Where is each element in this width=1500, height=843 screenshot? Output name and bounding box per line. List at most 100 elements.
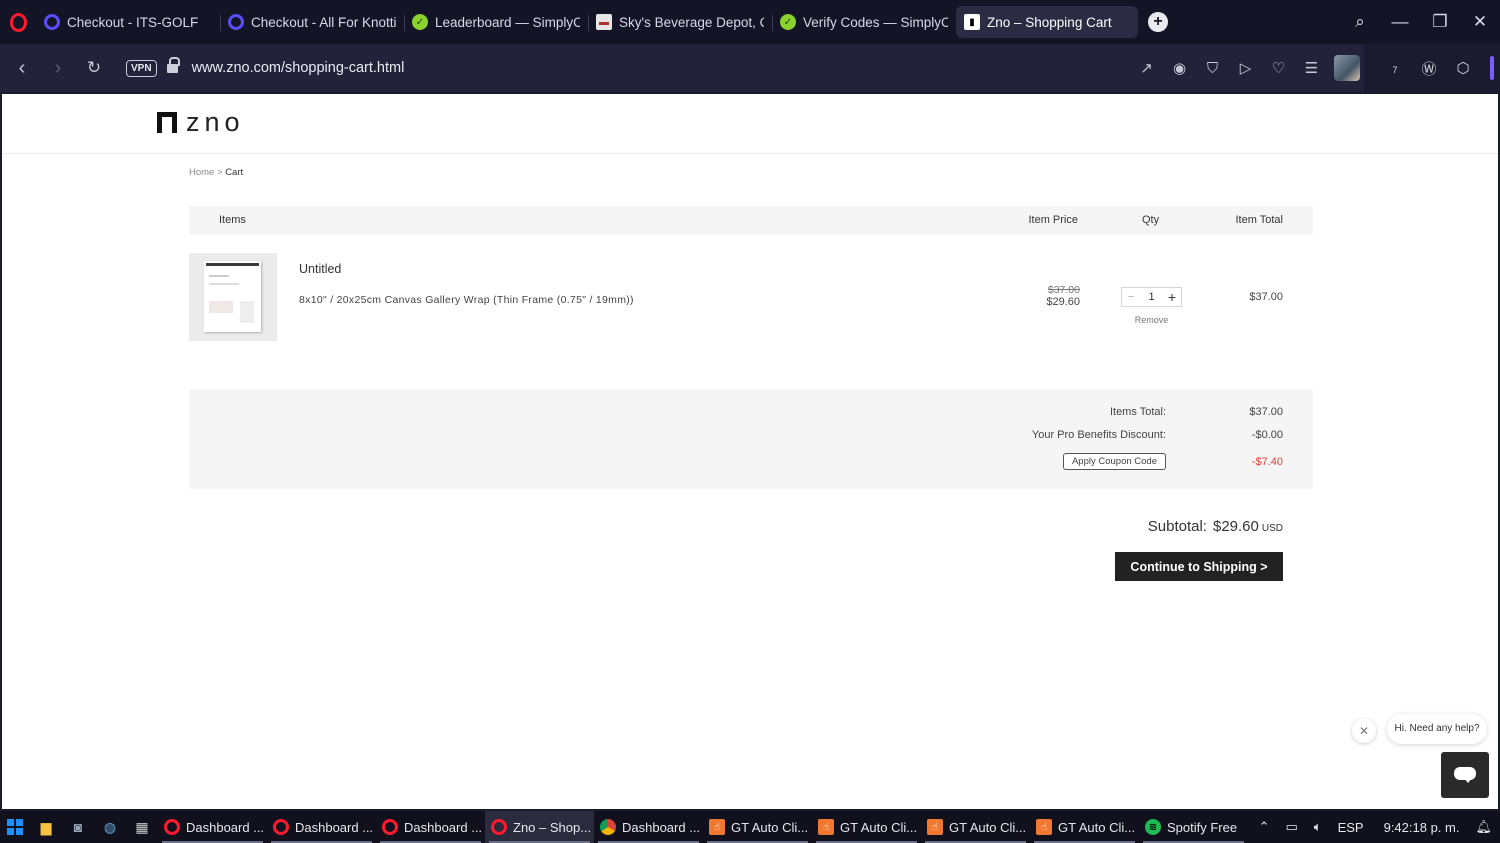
camera-icon[interactable]: ◉ xyxy=(1163,59,1196,77)
header-item-total: Item Total xyxy=(1235,214,1284,226)
taskbar-app-gt-auto-clicker-4[interactable]: ☝ GT Auto Cli... xyxy=(1030,811,1139,843)
chat-button[interactable] xyxy=(1441,752,1489,798)
taskbar-app-label: Zno – Shop... xyxy=(513,819,592,835)
breadcrumb: Home > Cart xyxy=(189,167,243,178)
qty-increase-button[interactable]: + xyxy=(1163,289,1181,305)
close-help-icon[interactable]: ✕ xyxy=(1352,719,1376,743)
taskbar-app-chrome-dashboard[interactable]: Dashboard ... xyxy=(594,811,703,843)
opera-menu-icon[interactable] xyxy=(0,0,36,44)
volume-icon[interactable]: 🔈︎ xyxy=(1306,819,1330,835)
taskbar-app-label: GT Auto Cli... xyxy=(1058,819,1136,835)
notifications-icon[interactable]: 🔔︎ xyxy=(1467,819,1500,835)
tab-title: Sky's Beverage Depot, Chicago xyxy=(619,14,764,30)
reload-icon[interactable]: ↻ xyxy=(76,50,112,86)
restore-icon[interactable]: ❐ xyxy=(1420,12,1460,32)
tab-title: Verify Codes — SimplyCodes xyxy=(803,14,948,30)
breadcrumb-separator: > xyxy=(216,167,223,178)
tab-skys-beverage-depot[interactable]: ▬ Sky's Beverage Depot, Chicago xyxy=(588,6,772,38)
minimize-icon[interactable]: — xyxy=(1380,12,1420,32)
taskbar-app-gt-auto-clicker-3[interactable]: ☝ GT Auto Cli... xyxy=(921,811,1030,843)
logo-text: zno xyxy=(186,107,245,137)
tab-checkout-all-for-knotting[interactable]: Checkout - All For Knotting xyxy=(220,6,404,38)
camera-app-icon[interactable]: ◙ xyxy=(62,811,94,843)
item-total: $37.00 xyxy=(1249,291,1283,303)
zno-logo-mark-icon xyxy=(157,111,177,133)
send-icon[interactable]: ▷ xyxy=(1229,59,1262,77)
taskbar-app-gt-auto-clicker-2[interactable]: ☝ GT Auto Cli... xyxy=(812,811,921,843)
gt-auto-clicker-icon: ☝ xyxy=(927,819,943,835)
tab-title: Checkout - ITS-GOLF xyxy=(67,14,199,30)
item-name[interactable]: Untitled xyxy=(299,262,341,276)
subtotal-currency: USD xyxy=(1261,523,1283,534)
tab-leaderboard-simplycodes[interactable]: ✓ Leaderboard — SimplyCodes xyxy=(404,6,588,38)
shield-icon[interactable]: ⛉ xyxy=(1196,60,1229,77)
search-tabs-icon[interactable]: ⌕ xyxy=(1340,12,1380,32)
opera-icon xyxy=(164,819,180,835)
tab-verify-codes-simplycodes[interactable]: ✓ Verify Codes — SimplyCodes xyxy=(772,6,956,38)
forward-icon[interactable]: › xyxy=(40,50,76,86)
clock[interactable]: 9:42:18 p. m. xyxy=(1372,820,1468,835)
tab-title: Checkout - All For Knotting xyxy=(251,14,396,30)
taskbar-app-label: Dashboard ... xyxy=(404,819,483,835)
heart-icon[interactable]: ♡ xyxy=(1262,59,1295,77)
cart-item-row: Untitled 8x10" / 20x25cm Canvas Gallery … xyxy=(189,253,1313,343)
taskbar-app-label: Dashboard ... xyxy=(186,819,265,835)
qty-input[interactable]: 1 xyxy=(1140,291,1163,303)
file-explorer-icon[interactable]: ▆ xyxy=(30,811,62,843)
taskbar-app-spotify[interactable]: ≋ Spotify Free xyxy=(1139,811,1248,843)
extension-badge-icon[interactable]: 7 xyxy=(1378,60,1412,77)
breadcrumb-home[interactable]: Home xyxy=(189,167,214,178)
taskbar-app-label: GT Auto Cli... xyxy=(731,819,809,835)
taskbar-app-opera-dashboard-3[interactable]: Dashboard ... xyxy=(376,811,485,843)
back-icon[interactable]: ‹ xyxy=(4,50,40,86)
new-tab-button[interactable]: + xyxy=(1148,12,1168,32)
taskbar-app-label: Spotify Free xyxy=(1167,819,1238,835)
gt-auto-clicker-icon: ☝ xyxy=(818,819,834,835)
close-window-icon[interactable]: ✕ xyxy=(1460,12,1500,32)
sidebar-accent xyxy=(1490,56,1494,80)
item-description: 8x10" / 20x25cm Canvas Gallery Wrap (Thi… xyxy=(299,294,634,306)
quantity-stepper: − 1 + xyxy=(1121,287,1182,307)
breadcrumb-current: Cart xyxy=(225,167,244,178)
browser-app-icon[interactable]: ◍ xyxy=(94,811,126,843)
extensions-area: 7 Ⓦ ⬡ xyxy=(1364,44,1500,92)
network-icon[interactable]: ▭ xyxy=(1277,819,1305,835)
product-thumbnail[interactable] xyxy=(189,253,277,341)
extension-badge-count: 7 xyxy=(1392,64,1398,75)
lock-icon[interactable] xyxy=(166,57,180,74)
help-bubble[interactable]: Hi. Need any help? xyxy=(1387,714,1487,744)
windows-start-icon[interactable] xyxy=(0,811,30,843)
header-qty: Qty xyxy=(1142,214,1160,226)
simplycodes-icon: ✓ xyxy=(412,14,428,30)
tab-zno-shopping-cart[interactable]: ▮ Zno – Shopping Cart xyxy=(956,6,1138,38)
zno-logo[interactable]: zno xyxy=(157,107,245,137)
tray-overflow-icon[interactable]: ⌃ xyxy=(1251,819,1278,835)
avatar[interactable] xyxy=(1334,55,1360,81)
system-tray: ⌃ ▭ 🔈︎ ESP 9:42:18 p. m. 🔔︎ xyxy=(1251,811,1500,843)
taskbar-app-label: GT Auto Cli... xyxy=(840,819,918,835)
url-field[interactable]: www.zno.com/shopping-cart.html xyxy=(192,60,405,76)
subtotal-label: Subtotal: xyxy=(1147,518,1207,535)
taskbar-app-opera-zno[interactable]: Zno – Shop... xyxy=(485,811,594,843)
subtotal: Subtotal: $29.60 USD xyxy=(1148,518,1283,535)
taskbar-app-label: Dashboard ... xyxy=(622,819,701,835)
opera-icon xyxy=(44,14,60,30)
item-price: $29.60 xyxy=(1046,296,1080,308)
menu-icon[interactable]: ☰ xyxy=(1295,59,1328,77)
language-indicator[interactable]: ESP xyxy=(1330,820,1372,835)
apply-coupon-button[interactable]: Apply Coupon Code xyxy=(1062,453,1166,470)
taskbar-app-gt-auto-clicker-1[interactable]: ☝ GT Auto Cli... xyxy=(703,811,812,843)
taskbar-app-opera-dashboard-1[interactable]: Dashboard ... xyxy=(158,811,267,843)
wallet-icon[interactable]: Ⓦ xyxy=(1412,58,1446,79)
tab-checkout-its-golf[interactable]: Checkout - ITS-GOLF xyxy=(36,6,220,38)
opera-icon xyxy=(382,819,398,835)
calculator-icon[interactable]: ▦ xyxy=(126,811,158,843)
remove-link[interactable]: Remove xyxy=(1121,315,1182,325)
continue-to-shipping-button[interactable]: Continue to Shipping > xyxy=(1115,552,1283,581)
vpn-badge[interactable]: VPN xyxy=(126,59,157,77)
share-icon[interactable]: ↗ xyxy=(1130,59,1163,77)
taskbar-app-opera-dashboard-2[interactable]: Dashboard ... xyxy=(267,811,376,843)
qty-decrease-button[interactable]: − xyxy=(1122,291,1140,303)
cube-icon[interactable]: ⬡ xyxy=(1446,59,1480,77)
cart-summary: Items Total: $37.00 Your Pro Benefits Di… xyxy=(189,389,1313,489)
